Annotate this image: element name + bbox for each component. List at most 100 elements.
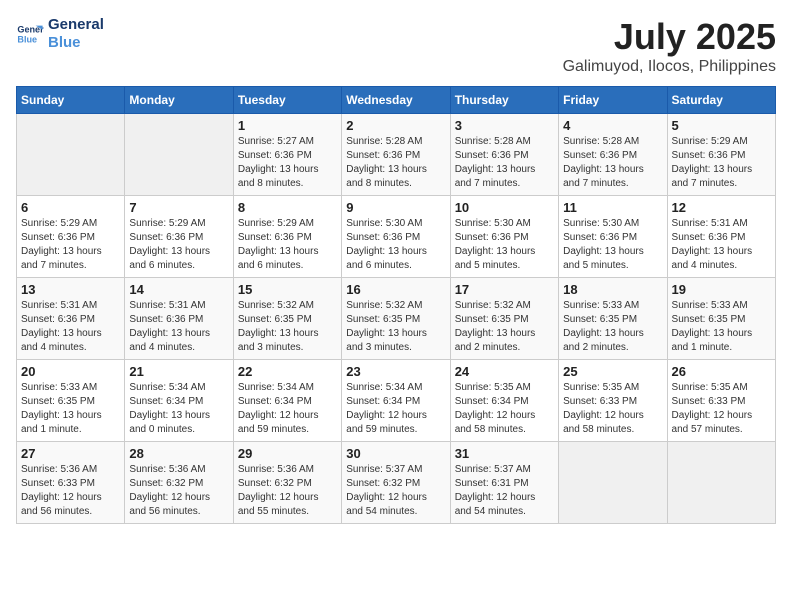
- cell-3-0: 20Sunrise: 5:33 AMSunset: 6:35 PMDayligh…: [17, 360, 125, 442]
- cell-4-4: 31 Sunrise: 5:37 AMSunset: 6:31 PMDayligh…: [450, 442, 558, 524]
- header-monday: Monday: [125, 87, 233, 114]
- header-saturday: Saturday: [667, 87, 775, 114]
- cell-4-2: 29 Sunrise: 5:36 AMSunset: 6:32 PMDayligh…: [233, 442, 341, 524]
- day-detail-5: Sunrise: 5:29 AMSunset: 6:36 PMDaylight:…: [672, 135, 771, 191]
- day-detail-23: Sunrise: 5:34 AMSunset: 6:34 PMDaylight:…: [346, 381, 445, 437]
- day-detail-29: Sunrise: 5:36 AMSunset: 6:32 PMDaylight:…: [238, 463, 337, 519]
- day-number-9: 9: [346, 200, 445, 215]
- day-detail-9: Sunrise: 5:30 AMSunset: 6:36 PMDaylight:…: [346, 217, 445, 273]
- day-number-26: 26: [672, 364, 771, 379]
- day-detail-8: Sunrise: 5:29 AMSunset: 6:36 PMDaylight:…: [238, 217, 337, 273]
- day-detail-26: Sunrise: 5:35 AMSunset: 6:33 PMDaylight:…: [672, 381, 771, 437]
- logo-icon: General Blue: [16, 20, 44, 48]
- page-header: General Blue General Blue July 2025 Gali…: [16, 16, 776, 76]
- cell-0-6: 5Sunrise: 5:29 AMSunset: 6:36 PMDaylight…: [667, 114, 775, 196]
- day-number-6: 6: [21, 200, 120, 215]
- day-detail-21: Sunrise: 5:34 AMSunset: 6:34 PMDaylight:…: [129, 381, 228, 437]
- week-row-3: 13 Sunrise: 5:31 AMSunset: 6:36 PMDayligh…: [17, 278, 776, 360]
- day-detail-14: Sunrise: 5:31 AMSunset: 6:36 PMDaylight:…: [129, 299, 228, 355]
- day-number-14: 14: [129, 282, 228, 297]
- day-detail-17: Sunrise: 5:32 AMSunset: 6:35 PMDaylight:…: [455, 299, 554, 355]
- day-detail-11: Sunrise: 5:30 AMSunset: 6:36 PMDaylight:…: [563, 217, 662, 273]
- day-number-4: 4: [563, 118, 662, 133]
- cell-1-2: 8 Sunrise: 5:29 AMSunset: 6:36 PMDaylight…: [233, 196, 341, 278]
- day-number-17: 17: [455, 282, 554, 297]
- header-friday: Friday: [559, 87, 667, 114]
- day-detail-16: Sunrise: 5:32 AMSunset: 6:35 PMDaylight:…: [346, 299, 445, 355]
- cell-4-0: 27Sunrise: 5:36 AMSunset: 6:33 PMDayligh…: [17, 442, 125, 524]
- cell-4-6: [667, 442, 775, 524]
- cell-2-4: 17 Sunrise: 5:32 AMSunset: 6:35 PMDayligh…: [450, 278, 558, 360]
- day-detail-15: Sunrise: 5:32 AMSunset: 6:35 PMDaylight:…: [238, 299, 337, 355]
- day-detail-19: Sunrise: 5:33 AMSunset: 6:35 PMDaylight:…: [672, 299, 771, 355]
- cell-3-3: 23 Sunrise: 5:34 AMSunset: 6:34 PMDayligh…: [342, 360, 450, 442]
- day-number-30: 30: [346, 446, 445, 461]
- day-detail-31: Sunrise: 5:37 AMSunset: 6:31 PMDaylight:…: [455, 463, 554, 519]
- day-detail-2: Sunrise: 5:28 AMSunset: 6:36 PMDaylight:…: [346, 135, 445, 191]
- day-detail-25: Sunrise: 5:35 AMSunset: 6:33 PMDaylight:…: [563, 381, 662, 437]
- day-detail-30: Sunrise: 5:37 AMSunset: 6:32 PMDaylight:…: [346, 463, 445, 519]
- cell-0-4: 3 Sunrise: 5:28 AMSunset: 6:36 PMDaylight…: [450, 114, 558, 196]
- day-detail-22: Sunrise: 5:34 AMSunset: 6:34 PMDaylight:…: [238, 381, 337, 437]
- day-number-10: 10: [455, 200, 554, 215]
- day-number-28: 28: [129, 446, 228, 461]
- cell-0-0: [17, 114, 125, 196]
- week-row-2: 6 Sunrise: 5:29 AMSunset: 6:36 PMDaylight…: [17, 196, 776, 278]
- week-row-5: 27Sunrise: 5:36 AMSunset: 6:33 PMDayligh…: [17, 442, 776, 524]
- cell-3-6: 26 Sunrise: 5:35 AMSunset: 6:33 PMDayligh…: [667, 360, 775, 442]
- calendar-header-row: SundayMondayTuesdayWednesdayThursdayFrid…: [17, 87, 776, 114]
- day-number-8: 8: [238, 200, 337, 215]
- cell-1-3: 9 Sunrise: 5:30 AMSunset: 6:36 PMDaylight…: [342, 196, 450, 278]
- day-detail-6: Sunrise: 5:29 AMSunset: 6:36 PMDaylight:…: [21, 217, 120, 273]
- cell-1-0: 6 Sunrise: 5:29 AMSunset: 6:36 PMDaylight…: [17, 196, 125, 278]
- day-detail-24: Sunrise: 5:35 AMSunset: 6:34 PMDaylight:…: [455, 381, 554, 437]
- logo: General Blue General Blue: [16, 16, 104, 52]
- day-number-15: 15: [238, 282, 337, 297]
- day-detail-28: Sunrise: 5:36 AMSunset: 6:32 PMDaylight:…: [129, 463, 228, 519]
- cell-1-6: 12 Sunrise: 5:31 AMSunset: 6:36 PMDayligh…: [667, 196, 775, 278]
- header-sunday: Sunday: [17, 87, 125, 114]
- cell-0-5: 4Sunrise: 5:28 AMSunset: 6:36 PMDaylight…: [559, 114, 667, 196]
- day-number-22: 22: [238, 364, 337, 379]
- cell-2-1: 14 Sunrise: 5:31 AMSunset: 6:36 PMDayligh…: [125, 278, 233, 360]
- title-block: July 2025 Galimuyod, Ilocos, Philippines: [563, 16, 776, 76]
- day-number-12: 12: [672, 200, 771, 215]
- week-row-4: 20Sunrise: 5:33 AMSunset: 6:35 PMDayligh…: [17, 360, 776, 442]
- day-detail-3: Sunrise: 5:28 AMSunset: 6:36 PMDaylight:…: [455, 135, 554, 191]
- day-number-2: 2: [346, 118, 445, 133]
- cell-2-6: 19Sunrise: 5:33 AMSunset: 6:35 PMDayligh…: [667, 278, 775, 360]
- day-number-25: 25: [563, 364, 662, 379]
- day-number-3: 3: [455, 118, 554, 133]
- day-number-21: 21: [129, 364, 228, 379]
- day-detail-7: Sunrise: 5:29 AMSunset: 6:36 PMDaylight:…: [129, 217, 228, 273]
- day-number-31: 31: [455, 446, 554, 461]
- header-thursday: Thursday: [450, 87, 558, 114]
- cell-4-3: 30 Sunrise: 5:37 AMSunset: 6:32 PMDayligh…: [342, 442, 450, 524]
- day-number-1: 1: [238, 118, 337, 133]
- cell-3-4: 24Sunrise: 5:35 AMSunset: 6:34 PMDayligh…: [450, 360, 558, 442]
- cell-1-5: 11Sunrise: 5:30 AMSunset: 6:36 PMDayligh…: [559, 196, 667, 278]
- page-subtitle: Galimuyod, Ilocos, Philippines: [563, 58, 776, 76]
- page-title: July 2025: [563, 16, 776, 58]
- day-number-20: 20: [21, 364, 120, 379]
- week-row-1: 1 Sunrise: 5:27 AMSunset: 6:36 PMDaylight…: [17, 114, 776, 196]
- day-number-13: 13: [21, 282, 120, 297]
- day-number-29: 29: [238, 446, 337, 461]
- cell-4-1: 28 Sunrise: 5:36 AMSunset: 6:32 PMDayligh…: [125, 442, 233, 524]
- day-detail-10: Sunrise: 5:30 AMSunset: 6:36 PMDaylight:…: [455, 217, 554, 273]
- day-number-23: 23: [346, 364, 445, 379]
- cell-2-5: 18Sunrise: 5:33 AMSunset: 6:35 PMDayligh…: [559, 278, 667, 360]
- header-wednesday: Wednesday: [342, 87, 450, 114]
- cell-1-4: 10 Sunrise: 5:30 AMSunset: 6:36 PMDayligh…: [450, 196, 558, 278]
- day-detail-12: Sunrise: 5:31 AMSunset: 6:36 PMDaylight:…: [672, 217, 771, 273]
- day-detail-13: Sunrise: 5:31 AMSunset: 6:36 PMDaylight:…: [21, 299, 120, 355]
- cell-0-2: 1 Sunrise: 5:27 AMSunset: 6:36 PMDaylight…: [233, 114, 341, 196]
- cell-2-3: 16 Sunrise: 5:32 AMSunset: 6:35 PMDayligh…: [342, 278, 450, 360]
- day-detail-1: Sunrise: 5:27 AMSunset: 6:36 PMDaylight:…: [238, 135, 337, 191]
- cell-4-5: [559, 442, 667, 524]
- day-number-7: 7: [129, 200, 228, 215]
- cell-3-5: 25 Sunrise: 5:35 AMSunset: 6:33 PMDayligh…: [559, 360, 667, 442]
- cell-2-0: 13 Sunrise: 5:31 AMSunset: 6:36 PMDayligh…: [17, 278, 125, 360]
- day-number-16: 16: [346, 282, 445, 297]
- logo-blue: Blue: [48, 34, 104, 52]
